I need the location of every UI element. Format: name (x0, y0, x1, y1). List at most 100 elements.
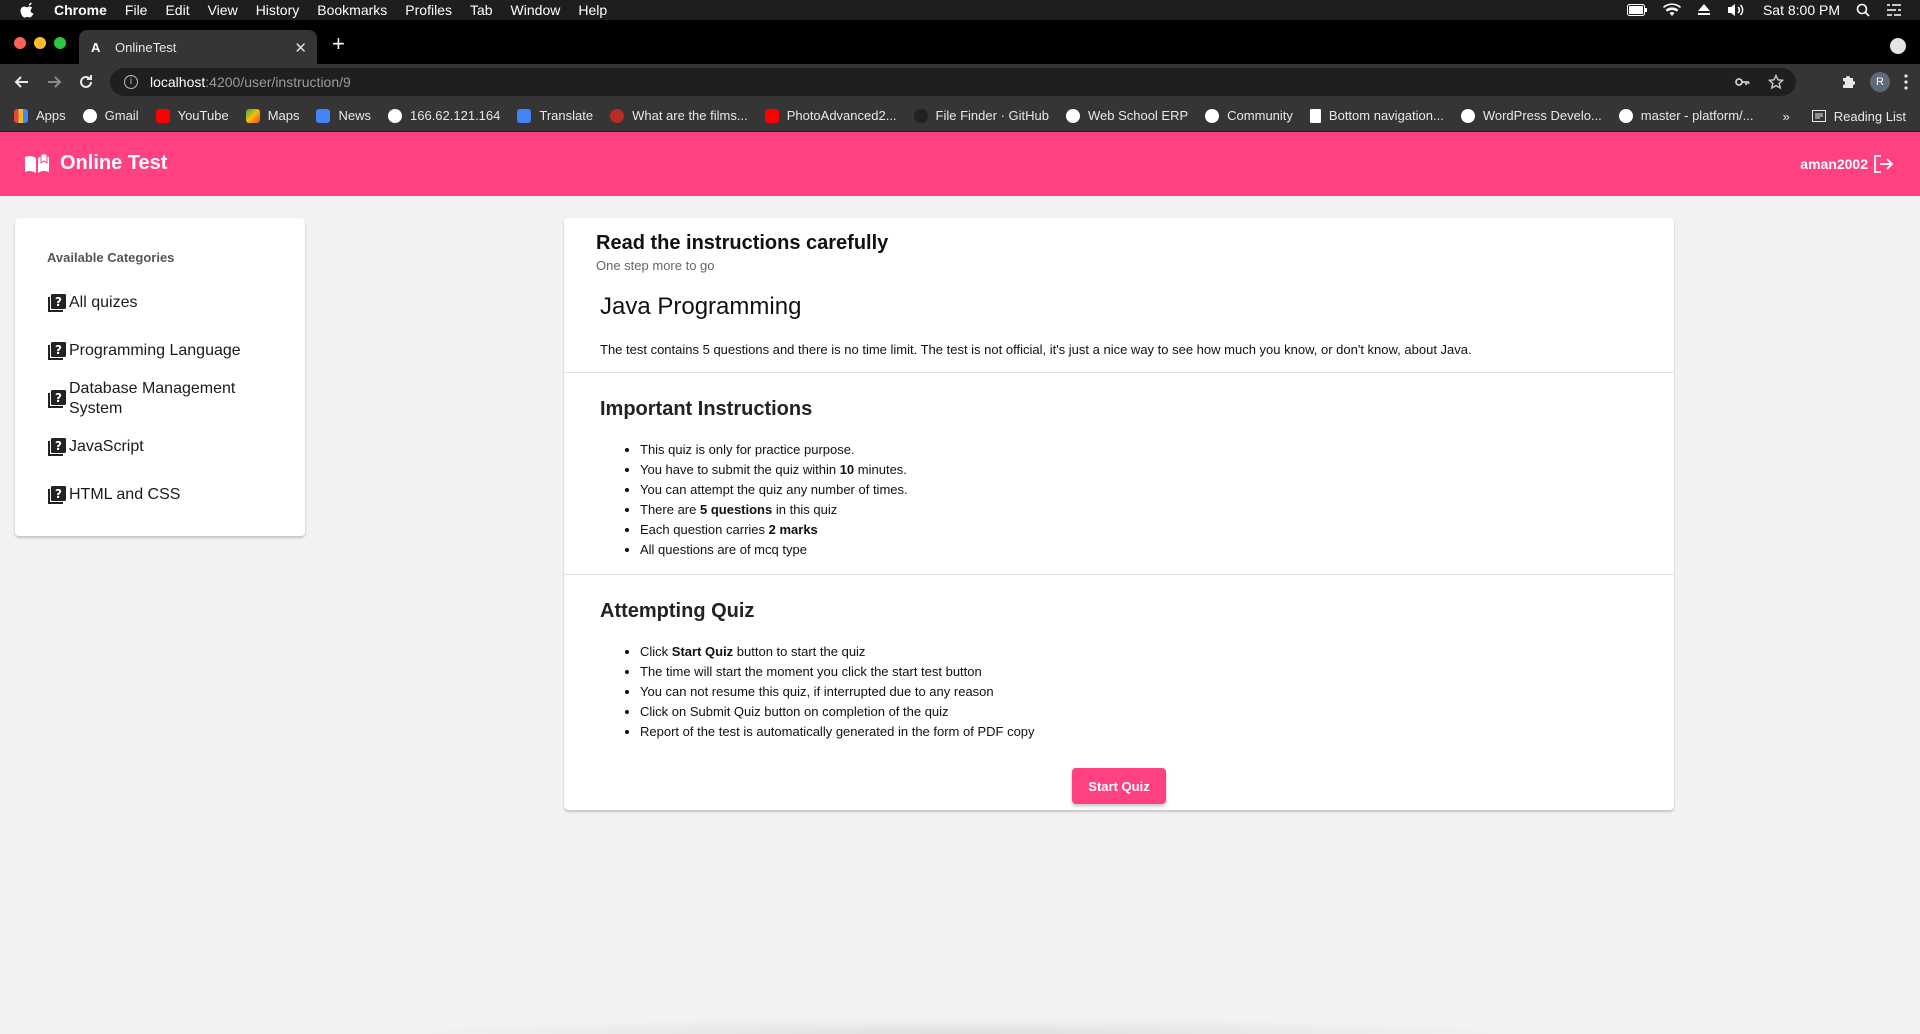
menu-chrome[interactable]: Chrome (54, 2, 107, 18)
menu-profiles[interactable]: Profiles (405, 2, 452, 18)
menubar-clock[interactable]: Sat 8:00 PM (1763, 2, 1840, 18)
bookmark-maps[interactable]: Maps (245, 108, 299, 123)
reading-list-icon (1811, 110, 1826, 122)
list-item: All questions are of mcq type (640, 540, 908, 560)
reload-icon[interactable] (76, 72, 96, 92)
menu-view[interactable]: View (208, 2, 238, 18)
bookmarks-overflow-button[interactable]: » (1782, 109, 1789, 124)
divider (564, 372, 1674, 373)
back-arrow-icon[interactable] (12, 72, 32, 92)
bookmark-quora[interactable]: What are the films... (610, 108, 748, 123)
sidebar-item-javascript[interactable]: ? JavaScript (47, 437, 259, 457)
svg-text:?: ? (55, 487, 62, 501)
window-zoom-icon[interactable] (54, 37, 66, 49)
svg-text:?: ? (55, 295, 62, 309)
chrome-menu-icon[interactable] (1904, 74, 1908, 90)
sidebar-item-html-and-css[interactable]: ? HTML and CSS (47, 485, 259, 505)
bookmark-bottom-navigation[interactable]: Bottom navigation... (1309, 108, 1444, 123)
quiz-description: The test contains 5 questions and there … (600, 342, 1472, 357)
tab-close-icon[interactable]: ✕ (294, 39, 307, 57)
browser-tab-onlinetest[interactable]: A OnlineTest ✕ (79, 30, 317, 64)
bookmark-apps[interactable]: Apps (14, 108, 66, 123)
tab-search-icon[interactable] (1890, 38, 1906, 54)
sidebar-item-label: Programming Language (69, 342, 241, 359)
list-item: Click Start Quiz button to start the qui… (640, 642, 1035, 662)
list-item: You have to submit the quiz within 10 mi… (640, 460, 908, 480)
sidebar-item-programming-language[interactable]: ? Programming Language (47, 341, 259, 361)
bookmark-news[interactable]: News (316, 108, 371, 123)
menu-tab[interactable]: Tab (470, 2, 493, 18)
wifi-icon[interactable] (1662, 3, 1681, 17)
categories-sidebar: Available Categories ? All quizes ? Prog… (15, 218, 305, 536)
battery-icon[interactable] (1626, 4, 1647, 16)
globe-icon (388, 108, 402, 123)
user-menu[interactable]: aman2002 (1800, 154, 1894, 174)
reading-list-button[interactable]: Reading List (1811, 109, 1906, 124)
logout-icon[interactable] (1872, 154, 1894, 174)
github-icon (913, 108, 928, 123)
menu-help[interactable]: Help (578, 2, 607, 18)
list-item: You can attempt the quiz any number of t… (640, 480, 908, 500)
bookmark-star-icon[interactable] (1768, 74, 1784, 90)
bookmark-gmail[interactable]: Gmail (82, 108, 139, 123)
divider (564, 574, 1674, 575)
sidebar-item-database-management-system[interactable]: ? Database Management System (47, 379, 259, 419)
volume-icon[interactable] (1727, 3, 1747, 17)
extensions-puzzle-icon[interactable] (1840, 74, 1856, 90)
menu-bookmarks[interactable]: Bookmarks (317, 2, 387, 18)
url-path: :4200/user/instruction/9 (205, 74, 351, 90)
browser-toolbar: i localhost:4200/user/instruction/9 R (0, 64, 1920, 100)
sidebar-heading: Available Categories (47, 250, 175, 265)
menu-file[interactable]: File (125, 2, 148, 18)
bookmark-photoadvanced[interactable]: PhotoAdvanced2... (764, 108, 897, 123)
list-item: Report of the test is automatically gene… (640, 722, 1035, 742)
profile-avatar[interactable]: R (1870, 72, 1890, 92)
toolbar-actions: R (1840, 72, 1908, 92)
new-tab-button[interactable]: + (332, 33, 345, 55)
quora-icon (610, 108, 625, 123)
eject-icon[interactable] (1697, 4, 1711, 16)
apple-icon[interactable] (20, 2, 36, 18)
quiz-icon: ? (48, 486, 66, 504)
quiz-title: Java Programming (600, 293, 802, 320)
app-header: Online Test aman2002 (0, 132, 1920, 196)
control-center-icon[interactable] (1886, 3, 1902, 17)
bookmark-master-platform[interactable]: master - platform/... (1618, 108, 1754, 123)
bookmark-github[interactable]: File Finder · GitHub (913, 108, 1049, 123)
username: aman2002 (1800, 156, 1868, 172)
card-title: Read the instructions carefully (596, 232, 889, 254)
bookmark-community[interactable]: Community (1205, 108, 1293, 123)
site-info-icon[interactable]: i (124, 75, 138, 89)
address-bar[interactable]: i localhost:4200/user/instruction/9 (110, 68, 1796, 96)
menu-window[interactable]: Window (511, 2, 561, 18)
quiz-icon: ? (48, 390, 66, 408)
menu-edit[interactable]: Edit (165, 2, 189, 18)
news-icon (316, 108, 331, 123)
url-host: localhost (150, 74, 206, 90)
start-quiz-button[interactable]: Start Quiz (1072, 768, 1166, 804)
sidebar-item-all-quizes[interactable]: ? All quizes (47, 293, 259, 313)
youtube-icon (764, 108, 779, 123)
globe-icon (1065, 108, 1080, 123)
menu-history[interactable]: History (256, 2, 300, 18)
window-close-icon[interactable] (14, 37, 26, 49)
quiz-icon: ? (48, 294, 66, 312)
spotlight-search-icon[interactable] (1856, 3, 1870, 17)
list-item: There are 5 questions in this quiz (640, 500, 908, 520)
window-minimize-icon[interactable] (34, 37, 46, 49)
bookmark-translate[interactable]: Translate (517, 108, 593, 123)
translate-icon (517, 108, 532, 123)
bookmark-wordpress[interactable]: WordPress Develo... (1460, 108, 1602, 123)
maps-icon (245, 108, 260, 123)
app-brand[interactable]: Online Test (24, 152, 167, 175)
key-icon[interactable] (1734, 74, 1750, 90)
bookmark-ip-address[interactable]: 166.62.121.164 (388, 108, 500, 123)
attempting-quiz-list: Click Start Quiz button to start the qui… (640, 642, 1035, 742)
important-instructions-heading: Important Instructions (600, 398, 813, 420)
bookmarks-bar: Apps Gmail YouTube Maps News 166.62.121.… (0, 100, 1920, 132)
svg-text:?: ? (55, 343, 62, 357)
bookmark-web-school-erp[interactable]: Web School ERP (1065, 108, 1188, 123)
bookmark-youtube[interactable]: YouTube (155, 108, 229, 123)
list-item: Each question carries 2 marks (640, 520, 908, 540)
forward-arrow-icon[interactable] (44, 72, 64, 92)
